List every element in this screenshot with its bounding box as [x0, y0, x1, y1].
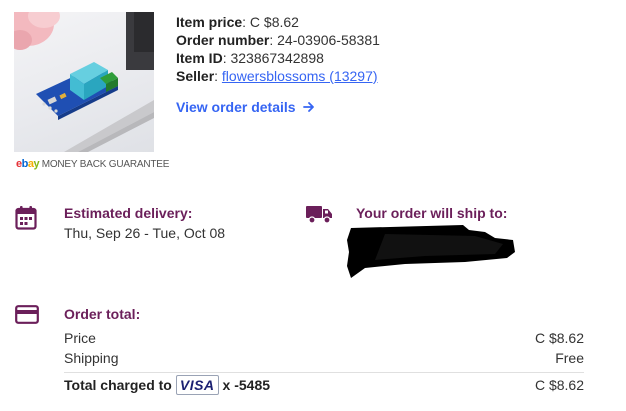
- calendar-icon: [15, 206, 37, 230]
- view-order-details-link[interactable]: View order details: [176, 99, 315, 115]
- item-id-label: Item ID: [176, 50, 223, 66]
- product-image[interactable]: [14, 12, 154, 152]
- view-order-details-label: View order details: [176, 99, 296, 115]
- product-illustration: [14, 12, 154, 152]
- ebay-logo: ebay: [16, 158, 40, 170]
- money-back-guarantee-badge: ebay MONEY BACK GUARANTEE: [16, 158, 169, 170]
- shipping-label: Shipping: [64, 350, 119, 366]
- order-number-value: 24-03906-58381: [277, 32, 380, 48]
- order-number-row: Order number: 24-03906-58381: [176, 32, 380, 48]
- item-price-value: C $8.62: [249, 14, 299, 30]
- estimated-delivery-heading: Estimated delivery:: [64, 205, 193, 221]
- redacted-address: [347, 225, 515, 278]
- item-id-value: 323867342898: [230, 50, 324, 66]
- item-price-row: Item price: C $8.62: [176, 14, 299, 30]
- price-label: Price: [64, 330, 96, 346]
- total-divider: [64, 372, 584, 373]
- price-value: C $8.62: [534, 330, 584, 346]
- total-charged-label: Total charged to: [64, 377, 172, 393]
- total-charged-row: Total charged to VISA x -5485 C $8.62: [64, 375, 584, 395]
- item-id-row: Item ID: 323867342898: [176, 50, 324, 66]
- order-total-breakdown: Price C $8.62 Shipping Free: [64, 328, 584, 368]
- price-row: Price C $8.62: [64, 328, 584, 348]
- seller-link[interactable]: flowersblossoms (13297): [222, 68, 378, 84]
- arrow-right-icon: [303, 102, 315, 112]
- mbg-text: MONEY BACK GUARANTEE: [41, 159, 170, 170]
- order-total-heading: Order total:: [64, 306, 141, 322]
- ship-to-heading: Your order will ship to:: [356, 205, 508, 221]
- order-info: Item price: C $8.62 Order number: 24-039…: [176, 13, 380, 85]
- truck-icon: [306, 206, 332, 224]
- credit-card-icon: [15, 305, 39, 324]
- total-charged-value: C $8.62: [534, 377, 584, 393]
- item-price-label: Item price: [176, 14, 243, 30]
- card-suffix: x -5485: [222, 377, 271, 393]
- seller-label: Seller: [176, 68, 215, 84]
- shipping-value: Free: [555, 350, 584, 366]
- visa-card-icon: VISA: [175, 375, 219, 395]
- order-number-label: Order number: [176, 32, 270, 48]
- seller-row: Seller: flowersblossoms (13297): [176, 68, 378, 84]
- shipping-row: Shipping Free: [64, 348, 584, 368]
- estimated-delivery-range: Thu, Sep 26 - Tue, Oct 08: [64, 225, 226, 241]
